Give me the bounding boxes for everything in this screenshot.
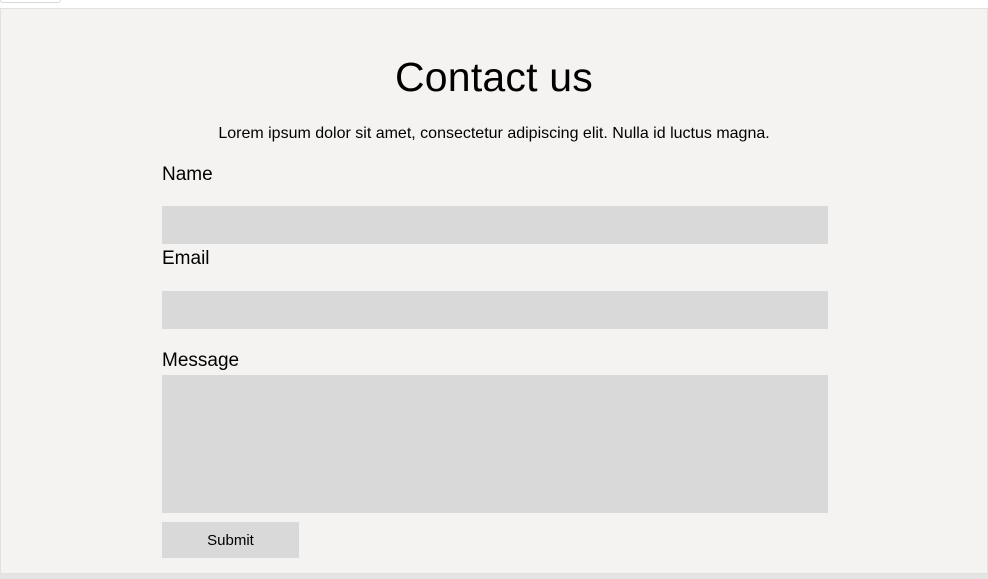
page-title: Contact us — [395, 54, 593, 100]
submit-button[interactable]: Submit — [162, 522, 299, 558]
message-textarea[interactable] — [162, 375, 828, 513]
page-subtitle: Lorem ipsum dolor sit amet, consectetur … — [218, 125, 770, 142]
name-input[interactable] — [162, 206, 828, 244]
bottom-bar — [0, 574, 988, 579]
message-label: Message — [162, 350, 240, 371]
name-label: Name — [162, 164, 213, 185]
top-tab — [0, 0, 61, 3]
email-label: Email — [162, 248, 210, 269]
email-input[interactable] — [162, 291, 828, 329]
